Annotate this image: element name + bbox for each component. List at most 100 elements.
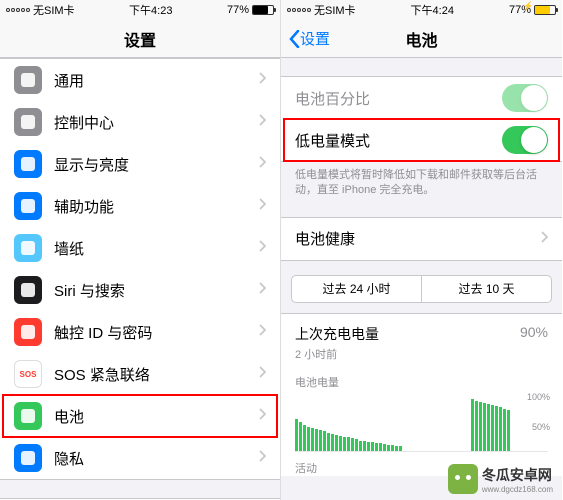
wallpaper-icon <box>14 234 42 262</box>
control-center-icon <box>14 108 42 136</box>
lightning-icon: ⚡ <box>523 1 534 12</box>
chart-bar <box>303 425 306 451</box>
watermark: 冬瓜安卓网 www.dgcdz168.com <box>448 464 553 494</box>
chevron-right-icon <box>259 155 266 173</box>
time-label: 下午4:24 <box>411 2 454 18</box>
chart-bar <box>351 438 354 451</box>
low-power-description: 低电量模式将暂时降低如下载和邮件获取等后台活动，直至 iPhone 完全充电。 <box>281 162 562 205</box>
chart-bar <box>395 446 398 451</box>
chevron-right-icon <box>259 197 266 215</box>
chart-bar <box>503 409 506 451</box>
chart-bar <box>495 406 498 450</box>
chart-bar <box>499 407 502 450</box>
chevron-right-icon <box>259 281 266 299</box>
chart-bar <box>307 427 310 451</box>
settings-row-display[interactable]: 显示与亮度 <box>0 143 280 185</box>
general-icon <box>14 66 42 94</box>
low-power-toggle[interactable] <box>502 126 548 154</box>
chart-bar <box>295 419 298 450</box>
chart-bar <box>359 441 362 451</box>
sos-icon: SOS <box>14 360 42 388</box>
chart-bar <box>391 445 394 451</box>
chart-bar <box>299 422 302 451</box>
chart-bar <box>355 439 358 450</box>
chevron-right-icon <box>541 230 548 248</box>
chart-bar <box>343 437 346 451</box>
chart-bar <box>331 434 334 451</box>
battery-icon <box>252 5 274 15</box>
chart-bar <box>399 446 402 451</box>
last-charge-section: 上次充电电量 90% 2 小时前 <box>281 313 562 366</box>
last-charge-time: 2 小时前 <box>295 346 548 362</box>
settings-row-siri[interactable]: Siri 与搜索 <box>0 269 280 311</box>
last-charge-pct: 90% <box>520 324 548 344</box>
low-power-mode-row[interactable]: 低电量模式 <box>281 119 562 161</box>
touchid-icon <box>14 318 42 346</box>
settings-row-control-center[interactable]: 控制中心 <box>0 101 280 143</box>
chart-bar <box>367 442 370 451</box>
chart-bar <box>383 444 386 451</box>
carrier-label: 无SIM卡 <box>33 2 75 18</box>
time-range-segmented[interactable]: 过去 24 小时 过去 10 天 <box>291 275 552 303</box>
settings-row-sos[interactable]: SOSSOS 紧急联络 <box>0 353 280 395</box>
back-button[interactable]: 设置 <box>289 28 330 49</box>
battery-pct: 77% <box>227 4 249 16</box>
settings-row-general[interactable]: 通用 <box>0 59 280 101</box>
carrier-label: 无SIM卡 <box>314 2 356 18</box>
chevron-right-icon <box>259 449 266 467</box>
siri-icon <box>14 276 42 304</box>
chart-bar <box>371 442 374 451</box>
chart-bar <box>347 437 350 451</box>
chevron-right-icon <box>259 365 266 383</box>
display-icon <box>14 150 42 178</box>
accessibility-icon <box>14 192 42 220</box>
chart-bar <box>335 435 338 451</box>
settings-row-privacy[interactable]: 隐私 <box>0 437 280 479</box>
chart-bar <box>483 403 486 451</box>
battery-screen: 无SIM卡 下午4:24 ⚡ 77% 设置 电池 电池百分比 <box>281 0 562 500</box>
chevron-right-icon <box>259 113 266 131</box>
nav-bar: 设置 <box>0 20 280 58</box>
nav-bar: 设置 电池 <box>281 20 562 58</box>
settings-row-battery[interactable]: 电池 <box>0 395 280 437</box>
time-label: 下午4:23 <box>129 2 172 18</box>
signal-icon <box>287 8 311 12</box>
battery-pct-toggle[interactable] <box>502 84 548 112</box>
seg-24h[interactable]: 过去 24 小时 <box>292 276 422 302</box>
last-charge-label: 上次充电电量 <box>295 324 379 344</box>
chart-bar <box>387 445 390 451</box>
settings-list: 通用控制中心显示与亮度辅助功能墙纸Siri 与搜索触控 ID 与密码SOSSOS… <box>0 58 280 480</box>
chart-bar <box>491 405 494 451</box>
chart-bar <box>471 399 474 450</box>
chart-bar <box>375 443 378 451</box>
seg-10d[interactable]: 过去 10 天 <box>422 276 551 302</box>
chevron-right-icon <box>259 71 266 89</box>
chart-bar <box>311 428 314 451</box>
status-bar: 无SIM卡 下午4:23 77% <box>0 0 280 20</box>
chart-bar <box>323 431 326 450</box>
signal-icon <box>6 8 30 12</box>
chevron-right-icon <box>259 239 266 257</box>
nav-title: 电池 <box>405 27 437 51</box>
chart-bar <box>319 430 322 451</box>
settings-screen: 无SIM卡 下午4:23 77% 设置 通用控制中心显示与亮度辅助功能墙纸Sir… <box>0 0 281 500</box>
settings-row-touchid[interactable]: 触控 ID 与密码 <box>0 311 280 353</box>
chart-bar <box>475 401 478 451</box>
settings-row-wallpaper[interactable]: 墙纸 <box>0 227 280 269</box>
battery-level-chart: 电池电量 100% 50% <box>281 366 562 452</box>
status-bar: 无SIM卡 下午4:24 ⚡ 77% <box>281 0 562 20</box>
chevron-right-icon <box>259 323 266 341</box>
chart-bar <box>363 441 366 451</box>
chart-bar <box>479 402 482 451</box>
chart-bar <box>487 404 490 451</box>
chart-bar <box>315 429 318 451</box>
battery-percentage-row[interactable]: 电池百分比 <box>281 77 562 119</box>
battery-icon <box>14 402 42 430</box>
chart-bar <box>339 436 342 451</box>
settings-row-accessibility[interactable]: 辅助功能 <box>0 185 280 227</box>
chart-bar <box>507 410 510 451</box>
battery-health-row[interactable]: 电池健康 <box>281 218 562 260</box>
chart-bar <box>327 433 330 451</box>
watermark-icon <box>448 464 478 494</box>
nav-title: 设置 <box>124 27 156 51</box>
